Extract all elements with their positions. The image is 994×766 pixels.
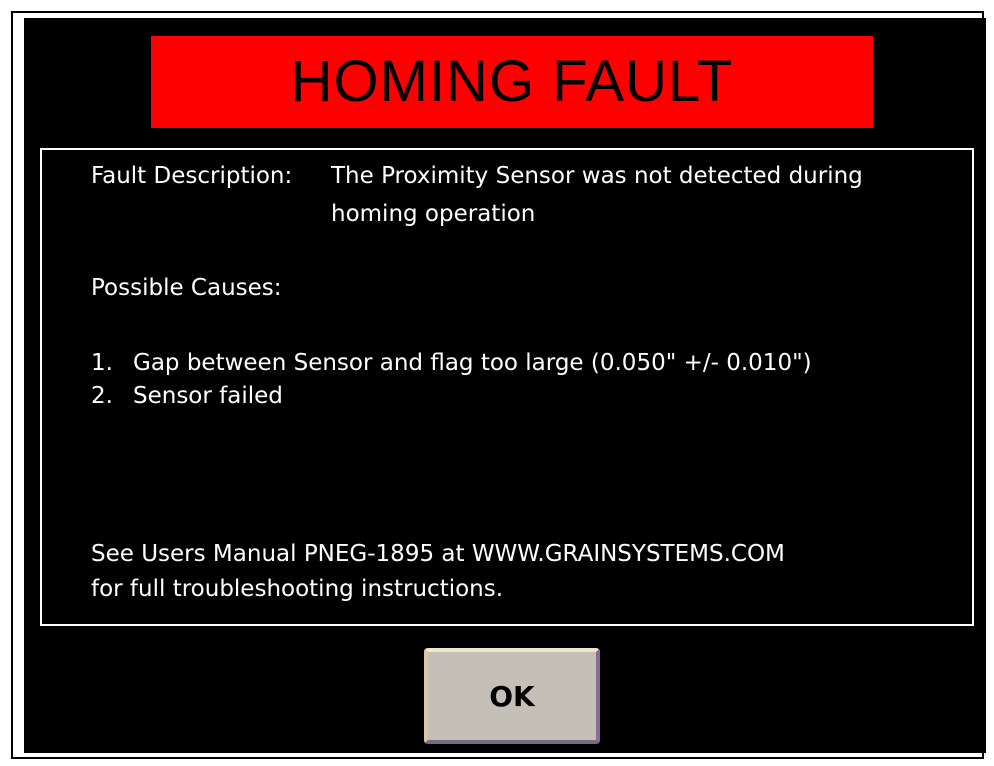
cause-2-text: Sensor failed [133,383,283,409]
manual-reference-line-2: for full troubleshooting instructions. [91,576,504,602]
fault-description-label: Fault Description: [91,163,293,189]
cause-2-number: 2. [91,383,113,409]
fault-title-banner: HOMING FAULT [151,36,873,128]
ok-button-label: OK [489,679,535,713]
fault-message-box: Fault Description: The Proximity Sensor … [40,148,974,626]
fault-description-line-2: homing operation [331,201,536,227]
hmi-screen: HOMING FAULT Fault Description: The Prox… [24,18,986,753]
manual-reference-line-1: See Users Manual PNEG-1895 at WWW.GRAINS… [91,541,785,567]
ok-button[interactable]: OK [424,648,600,744]
possible-causes-heading: Possible Causes: [91,275,282,301]
cause-1-text: Gap between Sensor and flag too large (0… [133,350,812,376]
fault-description-line-1: The Proximity Sensor was not detected du… [331,163,863,189]
cause-1-number: 1. [91,350,113,376]
fault-title: HOMING FAULT [290,49,734,114]
